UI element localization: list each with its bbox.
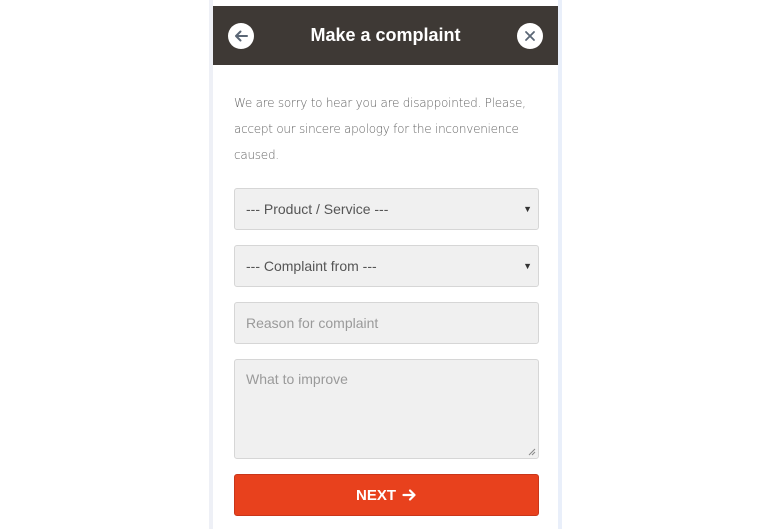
arrow-right-icon xyxy=(402,489,416,501)
reason-input-placeholder: Reason for complaint xyxy=(246,315,379,331)
improve-textarea[interactable]: What to improve xyxy=(234,359,539,459)
back-button[interactable] xyxy=(228,23,254,49)
complaint-panel: Make a complaint We are sorry to hear yo… xyxy=(213,6,558,529)
resize-grip-icon[interactable] xyxy=(528,448,536,456)
arrow-left-icon xyxy=(235,30,248,42)
product-service-select-value: --- Product / Service --- xyxy=(246,201,389,217)
reason-input[interactable]: Reason for complaint xyxy=(234,302,539,344)
next-button[interactable]: NEXT xyxy=(234,474,539,516)
next-button-label: NEXT xyxy=(355,486,396,504)
chevron-down-icon: ▼ xyxy=(523,204,532,214)
product-service-select[interactable]: --- Product / Service --- ▼ xyxy=(234,188,539,230)
close-button[interactable] xyxy=(517,23,543,49)
page-gutter-right xyxy=(558,0,562,529)
improve-textarea-placeholder: What to improve xyxy=(246,371,348,387)
page-title: Make a complaint xyxy=(310,25,461,45)
panel-header: Make a complaint xyxy=(213,6,558,65)
complaint-from-select[interactable]: --- Complaint from --- ▼ xyxy=(234,245,539,287)
close-icon xyxy=(525,31,535,41)
intro-message: We are sorry to hear you are disappointe… xyxy=(234,96,526,162)
chevron-down-icon: ▼ xyxy=(523,261,532,271)
complaint-from-select-value: --- Complaint from --- xyxy=(246,258,377,274)
